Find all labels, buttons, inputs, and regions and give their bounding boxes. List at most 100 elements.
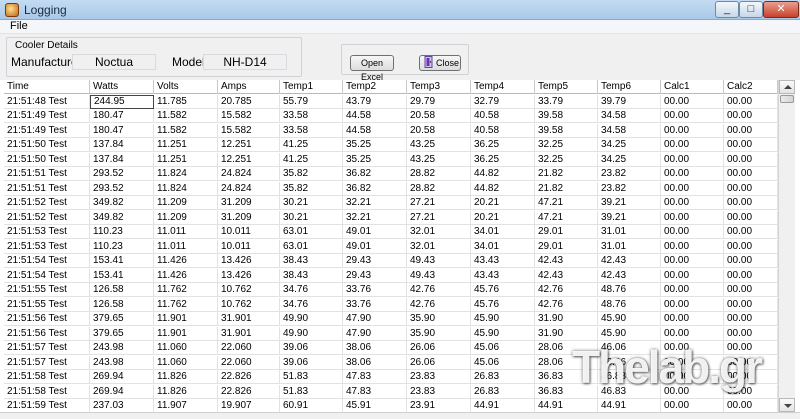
table-cell[interactable]: 11.762 xyxy=(154,283,218,298)
table-cell[interactable]: 293.52 xyxy=(90,167,154,182)
table-cell[interactable]: 11.582 xyxy=(154,123,218,138)
table-row[interactable]: 21:51:50 Test 137.84 11.251 12.251 41.25 35.2… xyxy=(4,138,778,153)
table-cell[interactable]: 00.00 xyxy=(661,181,724,196)
table-cell[interactable]: 00.00 xyxy=(724,297,778,312)
table-cell[interactable]: 27.21 xyxy=(407,196,471,211)
table-cell[interactable]: 43.43 xyxy=(471,268,535,283)
table-row[interactable]: 21:51:55 Test 126.58 11.762 10.762 34.76 33.7… xyxy=(4,297,778,312)
table-cell[interactable]: 45.06 xyxy=(471,355,535,370)
table-cell[interactable]: 40.58 xyxy=(471,109,535,124)
table-cell[interactable]: 39.21 xyxy=(598,210,661,225)
table-cell[interactable]: 00.00 xyxy=(724,196,778,211)
table-cell[interactable]: 243.98 xyxy=(90,355,154,370)
table-cell[interactable]: 43.79 xyxy=(343,95,407,109)
table-row[interactable]: 21:51:48 Test 244.95 11.785 20.785 55.79 43.7… xyxy=(4,95,778,109)
table-cell[interactable]: 10.011 xyxy=(218,225,280,240)
table-cell[interactable]: 126.58 xyxy=(90,283,154,298)
table-cell[interactable]: 00.00 xyxy=(661,123,724,138)
table-cell[interactable]: 10.762 xyxy=(218,297,280,312)
table-cell[interactable]: 40.58 xyxy=(471,123,535,138)
column-header-temp5[interactable]: Temp5 xyxy=(535,80,598,94)
table-cell[interactable]: 11.907 xyxy=(154,399,218,412)
table-cell[interactable]: 23.91 xyxy=(407,399,471,412)
table-cell[interactable]: 35.25 xyxy=(343,138,407,153)
table-cell[interactable]: 23.82 xyxy=(598,167,661,182)
table-cell[interactable]: 21:51:57 Test xyxy=(4,341,90,356)
table-cell[interactable]: 55.79 xyxy=(280,95,343,109)
table-cell[interactable]: 49.90 xyxy=(280,326,343,341)
column-header-temp1[interactable]: Temp1 xyxy=(280,80,343,94)
table-cell[interactable]: 237.03 xyxy=(90,399,154,412)
table-cell[interactable]: 47.83 xyxy=(343,384,407,399)
table-cell[interactable]: 31.209 xyxy=(218,196,280,211)
column-header-calc1[interactable]: Calc1 xyxy=(661,80,724,94)
table-cell[interactable]: 00.00 xyxy=(724,152,778,167)
table-cell[interactable]: 00.00 xyxy=(661,312,724,327)
table-cell[interactable]: 21:51:57 Test xyxy=(4,355,90,370)
table-cell[interactable]: 32.25 xyxy=(535,138,598,153)
table-cell[interactable]: 34.25 xyxy=(598,138,661,153)
table-cell[interactable]: 44.91 xyxy=(471,399,535,412)
table-cell[interactable]: 21:51:49 Test xyxy=(4,123,90,138)
table-cell[interactable]: 21.82 xyxy=(535,167,598,182)
table-cell[interactable]: 45.76 xyxy=(471,297,535,312)
table-cell[interactable]: 63.01 xyxy=(280,225,343,240)
table-cell[interactable]: 45.90 xyxy=(471,312,535,327)
table-cell[interactable]: 22.060 xyxy=(218,355,280,370)
table-cell[interactable]: 00.00 xyxy=(724,268,778,283)
table-cell[interactable]: 153.41 xyxy=(90,254,154,269)
table-cell[interactable]: 11.426 xyxy=(154,268,218,283)
table-cell[interactable]: 349.82 xyxy=(90,196,154,211)
column-header-temp2[interactable]: Temp2 xyxy=(343,80,407,94)
table-cell[interactable]: 32.25 xyxy=(535,152,598,167)
table-cell[interactable]: 33.76 xyxy=(343,283,407,298)
table-cell[interactable]: 21:51:51 Test xyxy=(4,167,90,182)
table-cell[interactable]: 45.90 xyxy=(471,326,535,341)
table-cell[interactable]: 379.65 xyxy=(90,326,154,341)
table-cell[interactable]: 42.76 xyxy=(407,283,471,298)
table-cell[interactable]: 349.82 xyxy=(90,210,154,225)
table-cell[interactable]: 33.58 xyxy=(280,123,343,138)
table-cell[interactable]: 137.84 xyxy=(90,138,154,153)
table-cell[interactable]: 30.21 xyxy=(280,196,343,211)
table-cell[interactable]: 269.94 xyxy=(90,384,154,399)
window-close-button[interactable]: ✕ xyxy=(763,1,799,18)
table-cell[interactable]: 26.06 xyxy=(407,355,471,370)
table-cell[interactable]: 20.785 xyxy=(218,95,280,109)
table-row[interactable]: 21:51:53 Test 110.23 11.011 10.011 63.01 49.0… xyxy=(4,239,778,254)
table-cell[interactable]: 34.25 xyxy=(598,152,661,167)
table-cell[interactable]: 45.06 xyxy=(471,341,535,356)
table-cell[interactable]: 21:51:56 Test xyxy=(4,312,90,327)
table-cell[interactable]: 31.90 xyxy=(535,312,598,327)
table-cell[interactable]: 243.98 xyxy=(90,341,154,356)
table-cell[interactable]: 00.00 xyxy=(724,283,778,298)
table-cell[interactable]: 49.90 xyxy=(280,312,343,327)
table-cell[interactable]: 63.01 xyxy=(280,239,343,254)
table-cell[interactable]: 31.01 xyxy=(598,225,661,240)
table-row[interactable]: 21:51:49 Test 180.47 11.582 15.582 33.58 44.5… xyxy=(4,109,778,124)
table-cell[interactable]: 41.25 xyxy=(280,152,343,167)
table-cell[interactable]: 39.58 xyxy=(535,109,598,124)
table-cell[interactable]: 11.209 xyxy=(154,196,218,211)
table-cell[interactable]: 47.83 xyxy=(343,370,407,385)
table-cell[interactable]: 00.00 xyxy=(724,123,778,138)
table-cell[interactable]: 11.901 xyxy=(154,312,218,327)
table-cell[interactable]: 00.00 xyxy=(661,268,724,283)
table-row[interactable]: 21:51:56 Test 379.65 11.901 31.901 49.90 47.9… xyxy=(4,312,778,327)
table-cell[interactable]: 153.41 xyxy=(90,268,154,283)
table-cell[interactable]: 11.426 xyxy=(154,254,218,269)
table-cell[interactable]: 12.251 xyxy=(218,138,280,153)
table-cell[interactable]: 35.25 xyxy=(343,152,407,167)
table-cell[interactable]: 11.251 xyxy=(154,152,218,167)
table-cell[interactable]: 00.00 xyxy=(661,210,724,225)
table-cell[interactable]: 11.011 xyxy=(154,239,218,254)
menu-file[interactable]: File xyxy=(10,20,28,32)
table-cell[interactable]: 35.82 xyxy=(280,167,343,182)
table-row[interactable]: 21:51:54 Test 153.41 11.426 13.426 38.43 29.4… xyxy=(4,268,778,283)
table-cell[interactable]: 38.43 xyxy=(280,268,343,283)
table-row[interactable]: 21:51:49 Test 180.47 11.582 15.582 33.58 44.5… xyxy=(4,123,778,138)
table-row[interactable]: 21:51:52 Test 349.82 11.209 31.209 30.21 32.2… xyxy=(4,210,778,225)
table-cell[interactable]: 44.91 xyxy=(598,399,661,412)
table-cell[interactable]: 180.47 xyxy=(90,109,154,124)
table-cell[interactable]: 36.82 xyxy=(343,181,407,196)
